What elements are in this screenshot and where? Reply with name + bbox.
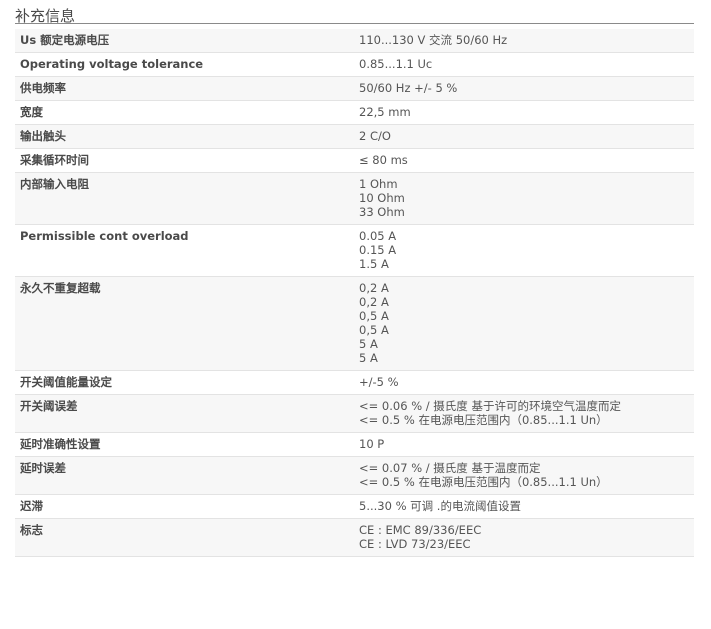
spec-value-line: ≤ 80 ms xyxy=(359,153,408,167)
spec-value-line: 33 Ohm xyxy=(359,205,405,219)
spec-label: Operating voltage tolerance xyxy=(15,52,354,77)
spec-value-line: CE : LVD 73/23/EEC xyxy=(359,537,471,551)
specification-table-body: Us 额定电源电压 110...130 V 交流 50/60 Hz Operatin… xyxy=(15,29,694,557)
spec-value: 0.05 A 0.15 A 1.5 A xyxy=(354,224,694,277)
spec-value: 10 P xyxy=(354,432,694,457)
spec-value-line: <= 0.07 % / 摄氏度 基于温度而定 xyxy=(359,461,541,475)
spec-value-line: 0,5 A xyxy=(359,323,389,337)
spec-value-line: 50/60 Hz +/- 5 % xyxy=(359,81,458,95)
spec-label: 永久不重复超载 xyxy=(15,276,354,371)
spec-value-line: 0,2 A xyxy=(359,295,389,309)
spec-value-line: 10 P xyxy=(359,437,385,451)
spec-value: 5...30 % 可调 .的电流阈值设置 xyxy=(354,494,694,519)
spec-value-line: 0.05 A xyxy=(359,229,397,243)
spec-value: CE : EMC 89/336/EEC CE : LVD 73/23/EEC xyxy=(354,518,694,557)
spec-row: 标志 CE : EMC 89/336/EEC CE : LVD 73/23/EEC xyxy=(15,518,694,557)
spec-value: <= 0.06 % / 摄氏度 基于许可的环境空气温度而定 <= 0.5 % 在电… xyxy=(354,394,694,433)
spec-row: 永久不重复超载 0,2 A 0,2 A 0,5 A 0,5 A5 A5 A xyxy=(15,276,694,371)
spec-label: 内部输入电阻 xyxy=(15,172,354,225)
spec-value-line: 0,2 A xyxy=(359,281,389,295)
spec-row: 延时准确性设置 10 P xyxy=(15,432,694,457)
spec-label: 延时误差 xyxy=(15,456,354,495)
spec-row: 供电频率 50/60 Hz +/- 5 % xyxy=(15,76,694,101)
spec-value-line: 1.5 A xyxy=(359,257,389,271)
spec-row: 输出触头 2 C/O xyxy=(15,124,694,149)
specification-table: Us 额定电源电压 110...130 V 交流 50/60 Hz Operatin… xyxy=(15,29,694,557)
spec-label: 宽度 xyxy=(15,100,354,125)
spec-row: 开关阈误差 <= 0.06 % / 摄氏度 基于许可的环境空气温度而定 <= 0.5… xyxy=(15,394,694,433)
spec-label: 采集循环时间 xyxy=(15,148,354,173)
spec-value-line: 22,5 mm xyxy=(359,105,411,119)
spec-value: 0,2 A 0,2 A 0,5 A 0,5 A5 A5 A xyxy=(354,276,694,371)
spec-row: 内部输入电阻 1 Ohm 10 Ohm 33 Ohm xyxy=(15,172,694,225)
spec-value: +/-5 % xyxy=(354,370,694,395)
spec-row: 采集循环时间 ≤ 80 ms xyxy=(15,148,694,173)
spec-label: Permissible cont overload xyxy=(15,224,354,277)
spec-value-line: +/-5 % xyxy=(359,375,399,389)
spec-value-line: 1 Ohm xyxy=(359,177,398,191)
spec-label: 延时准确性设置 xyxy=(15,432,354,457)
section-title-divider xyxy=(15,23,694,24)
spec-value-line: 5...30 % 可调 .的电流阈值设置 xyxy=(359,499,521,513)
spec-value: 110...130 V 交流 50/60 Hz xyxy=(354,29,694,53)
spec-row: 延时误差 <= 0.07 % / 摄氏度 基于温度而定 <= 0.5 % 在电源电压… xyxy=(15,456,694,495)
spec-value-line: <= 0.5 % 在电源电压范围内（0.85...1.1 Un） xyxy=(359,475,608,489)
spec-row: Us 额定电源电压 110...130 V 交流 50/60 Hz xyxy=(15,29,694,53)
spec-value-line: 0.85...1.1 Uc xyxy=(359,57,433,71)
spec-value: <= 0.07 % / 摄氏度 基于温度而定 <= 0.5 % 在电源电压范围内（… xyxy=(354,456,694,495)
spec-value-line: 2 C/O xyxy=(359,129,391,143)
spec-row: Permissible cont overload 0.05 A 0.15 A 1.5… xyxy=(15,224,694,277)
spec-value-line: 5 A xyxy=(359,337,378,351)
spec-value-line: 0,5 A xyxy=(359,309,389,323)
spec-value-line: 10 Ohm xyxy=(359,191,405,205)
spec-value-line: 110...130 V 交流 50/60 Hz xyxy=(359,33,508,47)
spec-row: 迟滞 5...30 % 可调 .的电流阈值设置 xyxy=(15,494,694,519)
spec-label: 开关阈值能量设定 xyxy=(15,370,354,395)
spec-row: Operating voltage tolerance 0.85...1.1 Uc xyxy=(15,52,694,77)
spec-label: 输出触头 xyxy=(15,124,354,149)
spec-row: 宽度 22,5 mm xyxy=(15,100,694,125)
spec-label: 供电频率 xyxy=(15,76,354,101)
spec-value: ≤ 80 ms xyxy=(354,148,694,173)
spec-value-line: <= 0.5 % 在电源电压范围内（0.85...1.1 Un） xyxy=(359,413,608,427)
spec-value: 50/60 Hz +/- 5 % xyxy=(354,76,694,101)
spec-label: 迟滞 xyxy=(15,494,354,519)
spec-value: 0.85...1.1 Uc xyxy=(354,52,694,77)
spec-value: 2 C/O xyxy=(354,124,694,149)
spec-label: 开关阈误差 xyxy=(15,394,354,433)
spec-value: 22,5 mm xyxy=(354,100,694,125)
spec-value-line: 0.15 A xyxy=(359,243,397,257)
spec-value-line: CE : EMC 89/336/EEC xyxy=(359,523,482,537)
spec-label: 标志 xyxy=(15,518,354,557)
spec-row: 开关阈值能量设定 +/-5 % xyxy=(15,370,694,395)
spec-value: 1 Ohm 10 Ohm 33 Ohm xyxy=(354,172,694,225)
spec-value-line: 5 A xyxy=(359,351,378,365)
spec-value-line: <= 0.06 % / 摄氏度 基于许可的环境空气温度而定 xyxy=(359,399,621,413)
spec-label: Us 额定电源电压 xyxy=(15,29,354,53)
